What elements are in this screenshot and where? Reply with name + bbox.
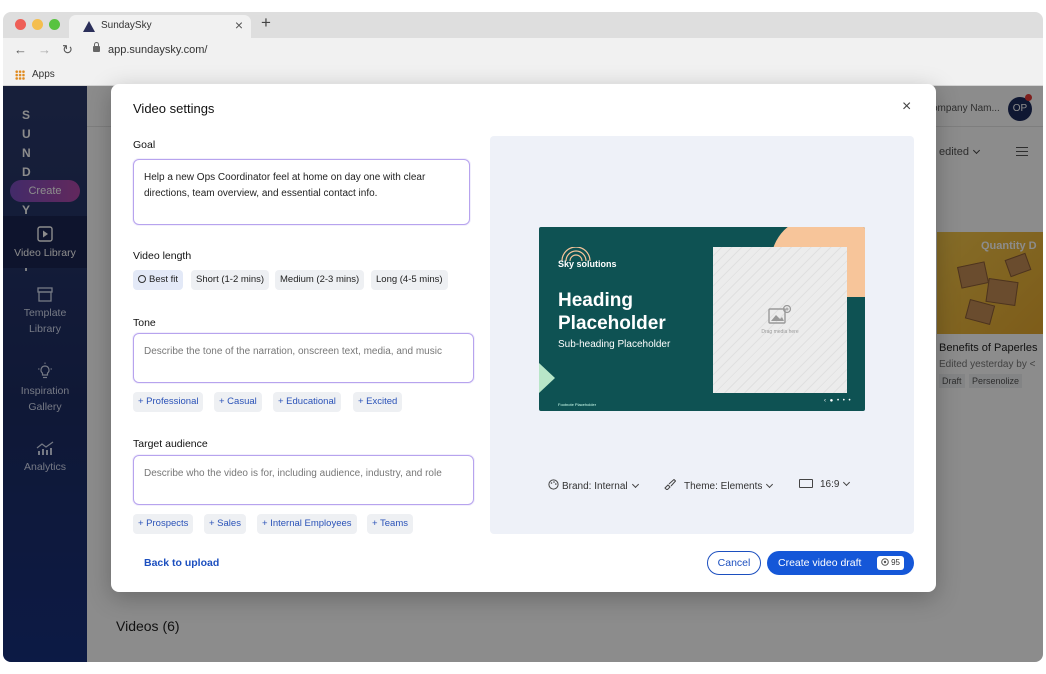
slide-heading: Heading Placeholder: [558, 290, 666, 334]
clock-icon: [138, 275, 146, 283]
reload-icon[interactable]: ↻: [62, 42, 73, 58]
dialog-title: Video settings: [133, 101, 215, 116]
slide-brand-logo: Sky solutions: [558, 259, 617, 269]
aspect-label: 16:9: [820, 479, 840, 490]
close-icon[interactable]: ×: [902, 98, 911, 116]
credits-badge: 95: [876, 556, 904, 570]
brand-dropdown[interactable]: Brand: Internal: [548, 479, 639, 492]
audience-suggestion-prospects[interactable]: + Prospects: [133, 514, 194, 534]
forward-arrow-icon[interactable]: →: [38, 42, 51, 57]
theme-brush-icon: [664, 478, 677, 491]
slide-footnote: Footnote Placeholder: [558, 402, 597, 407]
credits-count: 95: [891, 558, 900, 567]
tab-title: SundaySky: [101, 20, 152, 31]
palette-icon: [548, 479, 559, 490]
length-option-long[interactable]: Long (4-5 mins): [371, 270, 448, 290]
audience-suggestion-sales[interactable]: + Sales: [204, 514, 246, 534]
maximize-window-button[interactable]: [49, 19, 60, 30]
back-arrow-icon[interactable]: ←: [14, 42, 27, 57]
brand-label: Brand: Internal: [562, 481, 628, 492]
target-audience-label: Target audience: [133, 438, 208, 450]
drag-media-text: Drag media here: [761, 329, 799, 335]
tab-close-icon[interactable]: ×: [235, 17, 243, 33]
new-tab-button[interactable]: +: [261, 13, 271, 33]
slide-pagination[interactable]: ‹ ● • • •: [824, 398, 852, 404]
tone-suggestion-educational[interactable]: + Educational: [273, 392, 341, 412]
theme-label: Theme: Elements: [684, 481, 763, 492]
length-option-medium[interactable]: Medium (2-3 mins): [275, 270, 365, 290]
address-bar: ← → ↻ app.sundaysky.com/: [3, 38, 1043, 64]
lock-icon: [93, 42, 100, 52]
chevron-down-icon: [843, 478, 851, 487]
length-option-best-fit[interactable]: Best fit: [133, 270, 184, 290]
length-option-short[interactable]: Short (1-2 mins): [191, 270, 270, 290]
goal-label: Goal: [133, 139, 156, 151]
slide-subheading: Sub-heading Placeholder: [558, 339, 671, 350]
video-length-label: Video length: [133, 250, 192, 262]
close-window-button[interactable]: [15, 19, 26, 30]
create-video-draft-button[interactable]: Create video draft 95: [767, 551, 914, 575]
aspect-ratio-dropdown[interactable]: 16:9: [799, 478, 851, 490]
credit-icon: [881, 558, 889, 566]
browser-tab[interactable]: SundaySky ×: [69, 15, 251, 38]
tone-label: Tone: [133, 317, 156, 329]
aspect-ratio-icon: [799, 479, 813, 488]
slide-triangle: [539, 363, 555, 393]
back-to-upload-link[interactable]: Back to upload: [144, 557, 219, 569]
tone-field[interactable]: Describe the tone of the narration, onsc…: [133, 333, 474, 383]
url-field[interactable]: app.sundaysky.com/: [108, 44, 207, 56]
add-image-icon: [768, 305, 792, 324]
minimize-window-button[interactable]: [32, 19, 43, 30]
chevron-down-icon: [631, 480, 639, 489]
bookmarks-bar: Apps: [3, 64, 1043, 86]
video-settings-dialog: Video settings × Goal Help a new Ops Coo…: [111, 84, 936, 592]
slide-preview[interactable]: Drag media here Sky solutions Heading Pl…: [539, 227, 865, 411]
tone-suggestion-professional[interactable]: + Professional: [133, 392, 204, 412]
apps-grid-icon: [15, 70, 25, 80]
audience-suggestion-internal-employees[interactable]: + Internal Employees: [257, 514, 357, 534]
cancel-button[interactable]: Cancel: [707, 551, 761, 575]
target-audience-field[interactable]: Describe who the video is for, including…: [133, 455, 474, 505]
tone-suggestion-casual[interactable]: + Casual: [214, 392, 262, 412]
sundaysky-logo-icon: [83, 21, 95, 32]
goal-field[interactable]: Help a new Ops Coordinator feel at home …: [133, 159, 470, 225]
preview-panel: Drag media here Sky solutions Heading Pl…: [490, 136, 914, 534]
apps-bookmark[interactable]: Apps: [32, 69, 55, 80]
option-label: Best fit: [149, 274, 179, 285]
media-placeholder[interactable]: Drag media here: [713, 247, 847, 393]
chevron-down-icon: [766, 480, 774, 489]
create-button-label: Create video draft: [778, 557, 862, 569]
theme-dropdown[interactable]: Theme: Elements: [664, 478, 774, 492]
audience-suggestion-teams[interactable]: + Teams: [367, 514, 413, 534]
tab-bar: SundaySky × +: [3, 12, 1043, 38]
tone-suggestion-excited[interactable]: + Excited: [353, 392, 403, 412]
